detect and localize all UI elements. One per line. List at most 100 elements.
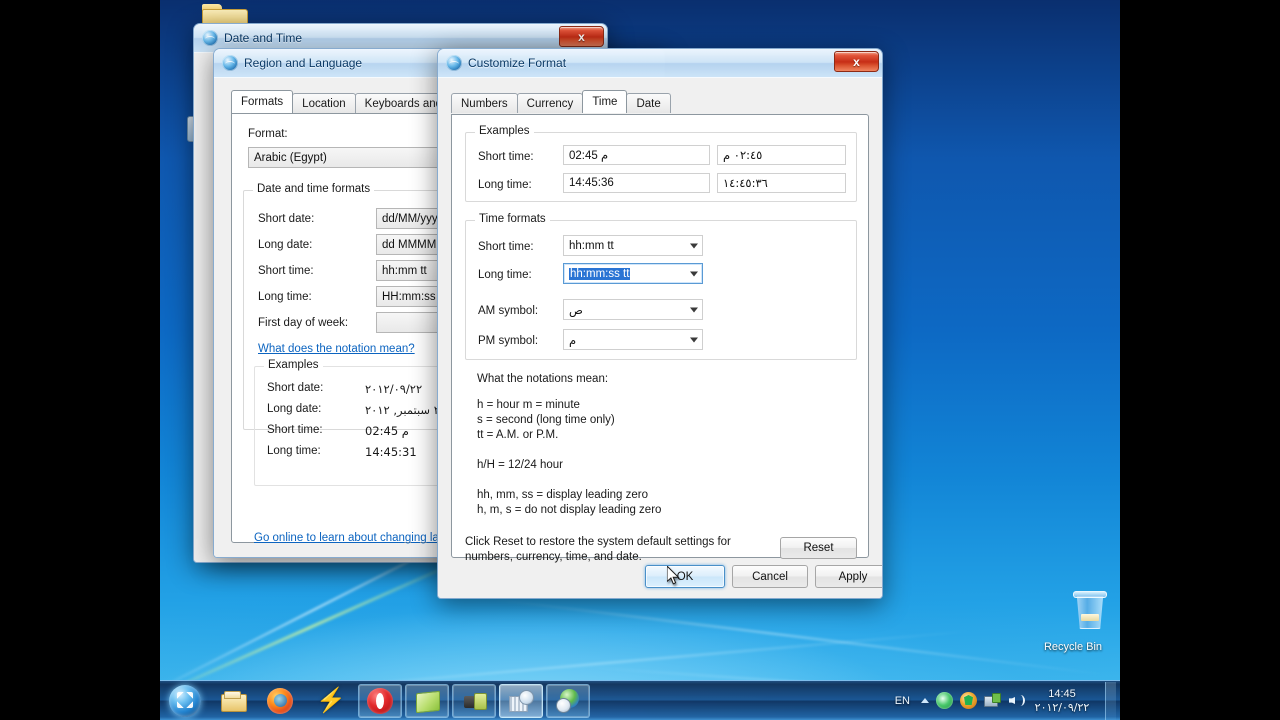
tab-time[interactable]: Time	[582, 90, 627, 113]
pm-symbol-label: PM symbol:	[478, 335, 538, 347]
taskbar-calculator[interactable]	[499, 684, 543, 718]
globe-icon	[555, 688, 581, 714]
start-button[interactable]	[162, 683, 208, 719]
pm-symbol-value: م	[569, 333, 576, 347]
chevron-down-icon	[690, 243, 698, 248]
customize-tabstrip[interactable]: Numbers Currency Time Date	[451, 91, 670, 113]
tab-location[interactable]: Location	[292, 93, 355, 113]
example-long-time-label: Long time:	[478, 179, 532, 191]
time-formats-group-label: Time formats	[475, 213, 550, 225]
format-label: Format:	[248, 128, 288, 140]
example-short-time-value: 02:45 م	[365, 424, 409, 438]
short-time-format-label: Short time:	[478, 241, 534, 253]
time-formats-group: Time formats Short time: hh:mm tt Long t…	[465, 220, 857, 360]
example-long-date-value: ٢٢ سبتمبر, ٢٠١٢	[365, 403, 446, 417]
note-icon	[414, 688, 440, 714]
screen: Co Recycle Bin Date and Time x Region an…	[0, 0, 1280, 720]
example-short-time-left: 02:45 م	[563, 145, 710, 165]
chevron-down-icon	[690, 337, 698, 342]
first-day-of-week-label: First day of week:	[258, 317, 348, 329]
notations-title: What the notations mean:	[477, 373, 608, 385]
short-time-format-combobox[interactable]: hh:mm tt	[563, 235, 703, 256]
long-time-format-combobox[interactable]: hh:mm:ss tt	[563, 263, 703, 284]
security-shield-icon[interactable]	[960, 692, 977, 709]
short-time-value: hh:mm tt	[382, 265, 427, 277]
customize-title: Customize Format	[468, 56, 566, 70]
show-hidden-icons-chevron-icon[interactable]	[921, 698, 929, 703]
example-short-date-value: ٢٠١٢/٠٩/٢٢	[365, 382, 422, 396]
desktop-icon-label: Recycle Bin	[1044, 641, 1102, 653]
date-and-time-close-button[interactable]: x	[559, 26, 604, 47]
clock-time: 14:45	[1034, 687, 1090, 701]
language-indicator[interactable]: EN	[891, 694, 914, 708]
cancel-button[interactable]: Cancel	[732, 565, 808, 588]
reset-button[interactable]: Reset	[780, 537, 857, 559]
taskbar-firefox[interactable]	[258, 684, 302, 718]
example-long-time-value: 14:45:31	[365, 445, 417, 459]
taskbar-globe[interactable]	[546, 684, 590, 718]
device-icon	[461, 688, 487, 714]
example-short-time-label: Short time:	[478, 151, 534, 163]
calc-icon	[508, 688, 534, 714]
long-time-label: Long time:	[258, 291, 312, 303]
explorer-icon	[220, 688, 246, 714]
winamp-icon	[314, 688, 340, 714]
long-time-value: HH:mm:ss	[382, 291, 436, 303]
tab-formats[interactable]: Formats	[231, 90, 293, 113]
notation-link[interactable]: What does the notation mean?	[258, 343, 415, 355]
short-date-value: dd/MM/yyyy	[382, 213, 443, 225]
tab-currency[interactable]: Currency	[517, 93, 584, 113]
pm-symbol-combobox[interactable]: م	[563, 329, 703, 350]
example-long-time-label: Long time:	[267, 445, 321, 457]
taskbar-device[interactable]	[452, 684, 496, 718]
taskbar[interactable]: EN 14:45 ٢٠١٢/٠٩/٢٢	[160, 680, 1120, 720]
example-short-time-label: Short time:	[267, 424, 323, 436]
windows-start-orb-icon	[169, 685, 201, 717]
date-and-time-title: Date and Time	[224, 31, 302, 45]
apply-button[interactable]: Apply	[815, 565, 882, 588]
show-desktop-button[interactable]	[1105, 682, 1116, 720]
customize-body: Numbers Currency Time Date Examples Shor…	[438, 78, 882, 598]
examples-group: Examples Short time: 02:45 م ٠٢:٤٥ م Lon…	[465, 132, 857, 202]
region-examples-label: Examples	[264, 359, 323, 371]
tab-date[interactable]: Date	[626, 93, 670, 113]
format-value: Arabic (Egypt)	[254, 152, 327, 164]
system-tray[interactable]: EN 14:45 ٢٠١٢/٠٩/٢٢	[891, 681, 1120, 720]
customize-close-button[interactable]: x	[834, 51, 879, 72]
notations-body: h = hour m = minute s = second (long tim…	[477, 398, 837, 518]
taskbar-opera[interactable]	[358, 684, 402, 718]
example-short-date-label: Short date:	[267, 382, 323, 394]
volume-icon[interactable]	[1008, 692, 1025, 709]
short-date-label: Short date:	[258, 213, 314, 225]
network-icon[interactable]	[984, 692, 1001, 709]
customize-titlebar[interactable]: Customize Format x	[438, 49, 882, 78]
date-time-formats-label: Date and time formats	[253, 183, 374, 195]
ok-button[interactable]: OK	[645, 565, 725, 588]
short-time-label: Short time:	[258, 265, 314, 277]
example-long-time-left: 14:45:36	[563, 173, 710, 193]
tab-numbers[interactable]: Numbers	[451, 93, 518, 113]
long-date-label: Long date:	[258, 239, 312, 251]
region-window-icon	[222, 55, 238, 71]
wallpaper-streak	[492, 598, 1108, 676]
taskbar-explorer[interactable]	[211, 684, 255, 718]
clock[interactable]: 14:45 ٢٠١٢/٠٩/٢٢	[1032, 687, 1096, 715]
am-symbol-value: ص	[569, 303, 583, 317]
long-time-format-label: Long time:	[478, 269, 532, 281]
am-symbol-combobox[interactable]: ص	[563, 299, 703, 320]
example-long-time-right: ١٤:٤٥:٣٦	[717, 173, 846, 193]
region-title: Region and Language	[244, 56, 362, 70]
desktop-icon-recycle-bin[interactable]: Recycle Bin	[1035, 590, 1111, 654]
firefox-icon	[267, 688, 293, 714]
taskbar-winamp[interactable]	[305, 684, 349, 718]
short-time-format-value: hh:mm tt	[569, 240, 614, 252]
clock-date: ٢٠١٢/٠٩/٢٢	[1034, 701, 1090, 715]
example-short-time-right: ٠٢:٤٥ م	[717, 145, 846, 165]
taskbar-notepad[interactable]	[405, 684, 449, 718]
chevron-down-icon	[690, 271, 698, 276]
action-center-flag-icon[interactable]	[936, 692, 953, 709]
clock-window-icon	[202, 30, 218, 46]
examples-group-label: Examples	[475, 125, 534, 137]
customize-format-window[interactable]: Customize Format x Numbers Currency Time…	[437, 48, 883, 599]
long-time-format-value: hh:mm:ss tt	[569, 268, 630, 280]
